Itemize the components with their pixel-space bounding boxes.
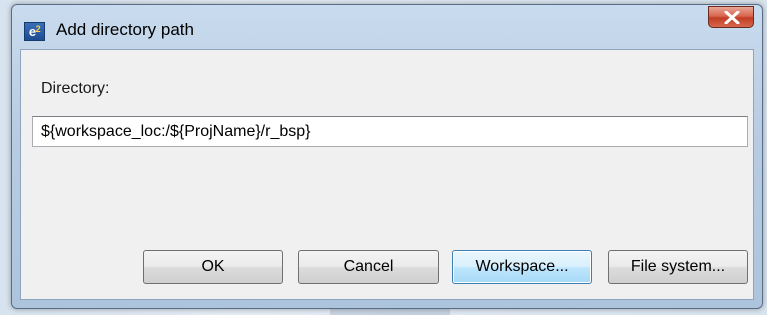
file-system-button[interactable]: File system... — [608, 250, 748, 284]
dialog-title: Add directory path — [56, 20, 194, 39]
ok-button[interactable]: OK — [143, 250, 283, 284]
add-directory-path-dialog: e2 Add directory path Directory: ${works… — [11, 4, 763, 309]
cancel-button[interactable]: Cancel — [298, 250, 439, 284]
app-icon-superscript: 2 — [35, 24, 41, 34]
title-bar[interactable]: e2 Add directory path — [12, 5, 762, 49]
app-icon-letter: e — [28, 24, 36, 39]
close-icon — [724, 11, 740, 24]
workspace-button[interactable]: Workspace... — [452, 250, 592, 284]
directory-input[interactable]: ${workspace_loc:/${ProjName}/r_bsp} — [32, 116, 748, 147]
directory-label: Directory: — [41, 80, 110, 97]
close-button[interactable] — [708, 6, 754, 28]
dialog-content: Directory: ${workspace_loc:/${ProjName}/… — [20, 49, 754, 300]
e2-app-icon: e2 — [24, 22, 45, 41]
